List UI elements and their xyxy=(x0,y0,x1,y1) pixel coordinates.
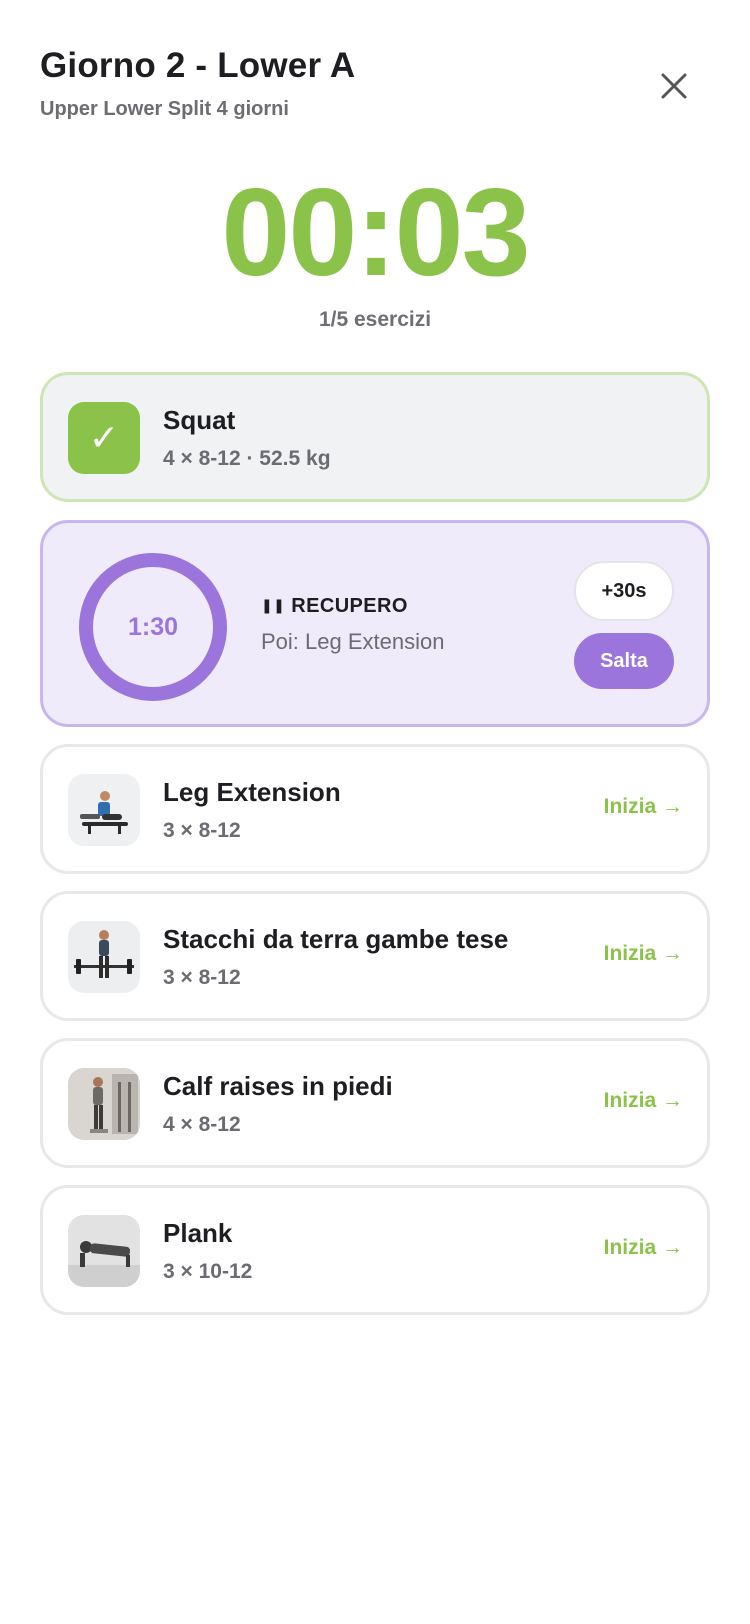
exercise-card[interactable]: Calf raises in piedi 4 × 8-12 Inizia → xyxy=(40,1038,710,1168)
program-subtitle: Upper Lower Split 4 giorni xyxy=(40,98,289,120)
check-icon: ✓ xyxy=(68,402,140,474)
start-exercise-button[interactable]: Inizia → xyxy=(604,1089,683,1113)
stiff-leg-deadlift-image xyxy=(68,921,140,993)
exercise-name: Plank xyxy=(163,1218,233,1248)
exercise-card[interactable]: Plank 3 × 10-12 Inizia → xyxy=(40,1185,710,1315)
close-icon[interactable] xyxy=(656,68,692,104)
add-30s-button[interactable]: +30s xyxy=(574,561,674,621)
exercise-name: Leg Extension xyxy=(163,777,341,807)
exercise-name: Stacchi da terra gambe tese xyxy=(163,924,509,954)
exercise-detail: 3 × 8-12 xyxy=(163,819,241,842)
calf-raises-image xyxy=(68,1068,140,1140)
workout-header: Giorno 2 - Lower A Upper Lower Split 4 g… xyxy=(40,46,710,136)
exercise-name: Calf raises in piedi xyxy=(163,1071,393,1101)
completed-exercise-card[interactable]: ✓ Squat 4 × 8-12 · 52.5 kg xyxy=(40,372,710,502)
pause-icon: ❚❚ xyxy=(261,597,286,613)
rest-countdown: 1:30 xyxy=(127,612,179,641)
exercise-name: Squat xyxy=(163,405,236,435)
leg-extension-image xyxy=(68,774,140,846)
plank-image xyxy=(68,1215,140,1287)
exercise-card[interactable]: Stacchi da terra gambe tese 3 × 8-12 Ini… xyxy=(40,891,710,1021)
start-exercise-button[interactable]: Inizia → xyxy=(604,942,683,966)
exercise-card[interactable]: Leg Extension 3 × 8-12 Inizia → xyxy=(40,744,710,874)
page-title: Giorno 2 - Lower A xyxy=(40,46,356,85)
start-exercise-button[interactable]: Inizia → xyxy=(604,1236,683,1260)
rest-label: ❚❚ RECUPERO xyxy=(261,595,408,617)
start-exercise-button[interactable]: Inizia → xyxy=(604,795,683,819)
exercise-detail: 3 × 10-12 xyxy=(163,1260,253,1283)
exercise-detail: 4 × 8-12 · 52.5 kg xyxy=(163,447,331,470)
workout-timer: 00:03 xyxy=(221,164,530,302)
exercise-detail: 3 × 8-12 xyxy=(163,966,241,989)
rest-timer-card: 1:30 ❚❚ RECUPERO Poi: Leg Extension +30s … xyxy=(40,520,710,727)
exercise-detail: 4 × 8-12 xyxy=(163,1113,241,1136)
skip-rest-button[interactable]: Salta xyxy=(574,633,674,689)
exercise-progress: 1/5 esercizi xyxy=(318,308,432,331)
next-exercise-text: Poi: Leg Extension xyxy=(261,629,445,654)
